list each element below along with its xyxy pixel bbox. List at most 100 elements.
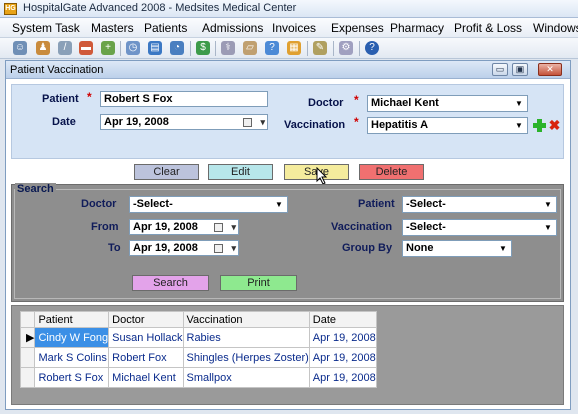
- chevron-down-icon[interactable]: ▼: [497, 242, 509, 255]
- clear-button[interactable]: Clear: [134, 164, 199, 180]
- menu-admissions[interactable]: Admissions: [202, 21, 263, 35]
- search-from-value: Apr 19, 2008: [133, 221, 198, 233]
- required-mark: *: [354, 93, 359, 107]
- cell-date[interactable]: Apr 19, 2008: [308, 347, 377, 368]
- column-header-doctor[interactable]: Doctor: [108, 311, 184, 328]
- search-from-label: From: [91, 221, 119, 233]
- menu-system-task[interactable]: System Task: [12, 21, 80, 35]
- doctor-icon[interactable]: ☺: [13, 41, 27, 55]
- column-header-patient[interactable]: Patient: [34, 311, 110, 328]
- search-from-date[interactable]: Apr 19, 2008 ▾: [129, 219, 239, 235]
- required-mark: *: [354, 115, 359, 129]
- search-button[interactable]: Search: [132, 275, 209, 291]
- medicine-icon[interactable]: ⚕: [221, 41, 235, 55]
- group-by-value: None: [406, 242, 434, 254]
- cell-date[interactable]: Apr 19, 2008: [308, 327, 377, 348]
- dollar-icon[interactable]: $: [196, 41, 210, 55]
- cell-date[interactable]: Apr 19, 2008: [308, 367, 377, 388]
- search-vaccination-select[interactable]: -Select- ▼: [402, 219, 557, 236]
- toolbar-separator: [307, 41, 308, 56]
- app-logo-icon: HG: [4, 3, 17, 15]
- toolbar-separator: [359, 41, 360, 56]
- chart-icon[interactable]: ◔: [170, 41, 184, 55]
- chevron-down-icon[interactable]: ▼: [542, 221, 554, 234]
- patient-vaccination-window: Patient Vaccination ▭ ▣ ✕ Patient * Robe…: [5, 60, 571, 410]
- menu-pharmacy[interactable]: Pharmacy: [390, 21, 444, 35]
- cell-vaccination[interactable]: Smallpox: [182, 367, 310, 388]
- cell-patient[interactable]: Robert S Fox: [34, 367, 110, 388]
- window-title: Patient Vaccination: [10, 64, 104, 76]
- row-header[interactable]: [19, 367, 36, 388]
- menu-profit-loss[interactable]: Profit & Loss: [454, 21, 522, 35]
- group-by-label: Group By: [342, 242, 393, 254]
- table-row[interactable]: ▶ Cindy W Fong Susan Hollack Rabies Apr …: [19, 327, 377, 348]
- form-area: Patient * Robert S Fox Date Apr 19, 2008…: [6, 79, 570, 409]
- chevron-down-icon[interactable]: ▼: [513, 119, 525, 132]
- question-icon[interactable]: ?: [265, 41, 279, 55]
- bandage-icon[interactable]: ▱: [243, 41, 257, 55]
- patient-icon[interactable]: ♟: [36, 41, 50, 55]
- cell-patient[interactable]: Cindy W Fong: [34, 327, 110, 348]
- group-by-select[interactable]: None ▼: [402, 240, 512, 257]
- search-doctor-label: Doctor: [81, 198, 117, 210]
- chevron-down-icon[interactable]: ▼: [513, 97, 525, 110]
- cell-vaccination[interactable]: Rabies: [182, 327, 310, 348]
- calendar-dropdown-icon[interactable]: ▾: [214, 221, 236, 234]
- vaccination-entry-panel: Patient * Robert S Fox Date Apr 19, 2008…: [11, 84, 564, 159]
- toolbar-separator: [333, 41, 334, 56]
- doctor-select[interactable]: Michael Kent ▼: [367, 95, 528, 112]
- column-header-vaccination[interactable]: Vaccination: [182, 311, 310, 328]
- cell-patient[interactable]: Mark S Colins: [34, 347, 110, 368]
- chevron-down-icon[interactable]: ▼: [542, 198, 554, 211]
- search-doctor-select[interactable]: -Select- ▼: [129, 196, 288, 213]
- vaccination-label: Vaccination: [284, 119, 346, 131]
- delete-button[interactable]: Delete: [359, 164, 424, 180]
- remove-vaccination-icon[interactable]: ✖: [548, 118, 561, 132]
- minimize-button[interactable]: ▭: [492, 63, 508, 76]
- edit-button[interactable]: Edit: [208, 164, 273, 180]
- table-row[interactable]: Mark S Colins Robert Fox Shingles (Herpe…: [19, 347, 377, 368]
- row-header[interactable]: [19, 347, 36, 368]
- cell-doctor[interactable]: Michael Kent: [108, 367, 184, 388]
- table-row[interactable]: Robert S Fox Michael Kent Smallpox Apr 1…: [19, 367, 377, 388]
- cell-doctor[interactable]: Robert Fox: [108, 347, 184, 368]
- menu-windows[interactable]: Windows: [533, 21, 578, 35]
- medical-kit-icon[interactable]: +: [101, 41, 115, 55]
- syringe-icon[interactable]: /: [58, 41, 72, 55]
- folder-icon[interactable]: ▤: [148, 41, 162, 55]
- ambulance-icon[interactable]: ▬: [79, 41, 93, 55]
- calendar-dropdown-icon[interactable]: ▾: [243, 116, 265, 129]
- vaccination-results-table: Patient Doctor Vaccination Date ▶ Cindy …: [19, 311, 377, 388]
- date-picker[interactable]: Apr 19, 2008 ▾: [100, 114, 268, 130]
- search-patient-select[interactable]: -Select- ▼: [402, 196, 557, 213]
- cell-doctor[interactable]: Susan Hollack: [108, 327, 184, 348]
- search-patient-label: Patient: [358, 198, 395, 210]
- doctor-label: Doctor: [308, 97, 344, 109]
- app-titlebar: HG HospitalGate Advanced 2008 - Medsites…: [0, 0, 578, 18]
- restore-button[interactable]: ▣: [512, 63, 528, 76]
- results-grid-area: Patient Doctor Vaccination Date ▶ Cindy …: [11, 305, 564, 405]
- edit-icon[interactable]: ✎: [313, 41, 327, 55]
- chevron-down-icon[interactable]: ▼: [273, 198, 285, 211]
- report-icon[interactable]: ▦: [287, 41, 301, 55]
- vaccination-select[interactable]: Hepatitis A ▼: [367, 117, 528, 134]
- print-button[interactable]: Print: [220, 275, 297, 291]
- calendar-dropdown-icon[interactable]: ▾: [214, 242, 236, 255]
- search-to-date[interactable]: Apr 19, 2008 ▾: [129, 240, 239, 256]
- close-button[interactable]: ✕: [538, 63, 562, 76]
- patient-label: Patient: [42, 93, 79, 105]
- current-row-indicator-icon[interactable]: ▶: [19, 327, 36, 348]
- menu-invoices[interactable]: Invoices: [272, 21, 316, 35]
- menu-masters[interactable]: Masters: [91, 21, 134, 35]
- toolbar: ☺ ♟ / ▬ + ◷ ▤ ◔ $ ⚕ ▱ ? ▦ ✎ ⚙ ?: [0, 38, 578, 59]
- cell-vaccination[interactable]: Shingles (Herpes Zoster): [182, 347, 310, 368]
- patient-field[interactable]: Robert S Fox: [100, 91, 268, 107]
- menu-patients[interactable]: Patients: [144, 21, 187, 35]
- clock-icon[interactable]: ◷: [126, 41, 140, 55]
- settings-icon[interactable]: ⚙: [339, 41, 353, 55]
- add-vaccination-icon[interactable]: [533, 119, 546, 132]
- table-header-row: Patient Doctor Vaccination Date: [19, 311, 377, 328]
- menu-expenses[interactable]: Expenses: [331, 21, 384, 35]
- help-icon[interactable]: ?: [365, 41, 379, 55]
- column-header-date[interactable]: Date: [308, 311, 377, 328]
